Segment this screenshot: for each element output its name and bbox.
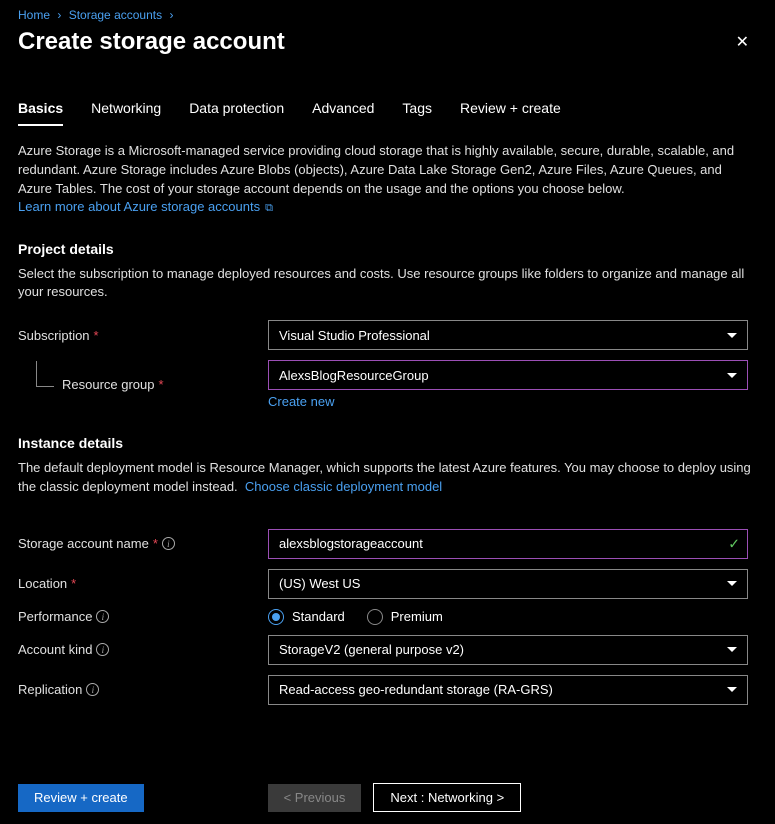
learn-more-link[interactable]: Learn more about Azure storage accounts … [18,199,273,214]
breadcrumb-home[interactable]: Home [18,8,50,22]
tab-basics[interactable]: Basics [18,100,63,126]
info-icon[interactable]: i [96,643,109,656]
instance-details-desc: The default deployment model is Resource… [18,459,757,497]
next-button[interactable]: Next : Networking > [373,783,521,812]
info-icon[interactable]: i [96,610,109,623]
location-select[interactable]: (US) West US [268,569,748,599]
project-details-title: Project details [18,241,757,257]
info-icon[interactable]: i [162,537,175,550]
tab-review[interactable]: Review + create [460,100,561,126]
subscription-label: Subscription* [18,328,268,343]
chevron-down-icon [727,333,737,338]
storage-name-input[interactable] [268,529,748,559]
instance-details-title: Instance details [18,435,757,451]
previous-button: < Previous [268,784,362,812]
create-new-rg-link[interactable]: Create new [268,394,334,409]
tabs: Basics Networking Data protection Advanc… [0,100,775,126]
performance-label: Performance i [18,609,268,624]
radio-icon [367,609,383,625]
breadcrumb: Home › Storage accounts › [0,0,775,22]
intro-text: Azure Storage is a Microsoft-managed ser… [18,142,757,199]
location-label: Location* [18,576,268,591]
chevron-down-icon [727,581,737,586]
chevron-down-icon [727,647,737,652]
account-kind-label: Account kind i [18,642,268,657]
tab-advanced[interactable]: Advanced [312,100,374,126]
performance-premium-radio[interactable]: Premium [367,609,443,625]
close-icon: ✕ [736,34,749,51]
breadcrumb-storage[interactable]: Storage accounts [69,8,162,22]
footer: Review + create < Previous Next : Networ… [0,771,775,824]
subscription-select[interactable]: Visual Studio Professional [268,320,748,350]
replication-label: Replication i [18,682,268,697]
review-create-button[interactable]: Review + create [18,784,144,812]
chevron-right-icon: › [57,8,61,22]
close-button[interactable]: ✕ [728,28,757,56]
info-icon[interactable]: i [86,683,99,696]
tab-networking[interactable]: Networking [91,100,161,126]
classic-deployment-link[interactable]: Choose classic deployment model [245,479,442,494]
tab-data-protection[interactable]: Data protection [189,100,284,126]
chevron-down-icon [727,373,737,378]
project-details-desc: Select the subscription to manage deploy… [18,265,757,303]
check-icon: ✓ [728,535,740,552]
performance-standard-radio[interactable]: Standard [268,609,345,625]
chevron-right-icon: › [169,8,173,22]
radio-icon [268,609,284,625]
replication-select[interactable]: Read-access geo-redundant storage (RA-GR… [268,675,748,705]
account-kind-select[interactable]: StorageV2 (general purpose v2) [268,635,748,665]
external-link-icon: ⧉ [262,202,273,214]
storage-name-label: Storage account name* i [18,536,268,551]
resource-group-select[interactable]: AlexsBlogResourceGroup [268,360,748,390]
resource-group-label: Resource group* [18,377,268,392]
page-title: Create storage account [18,28,285,56]
tab-tags[interactable]: Tags [402,100,432,126]
chevron-down-icon [727,687,737,692]
